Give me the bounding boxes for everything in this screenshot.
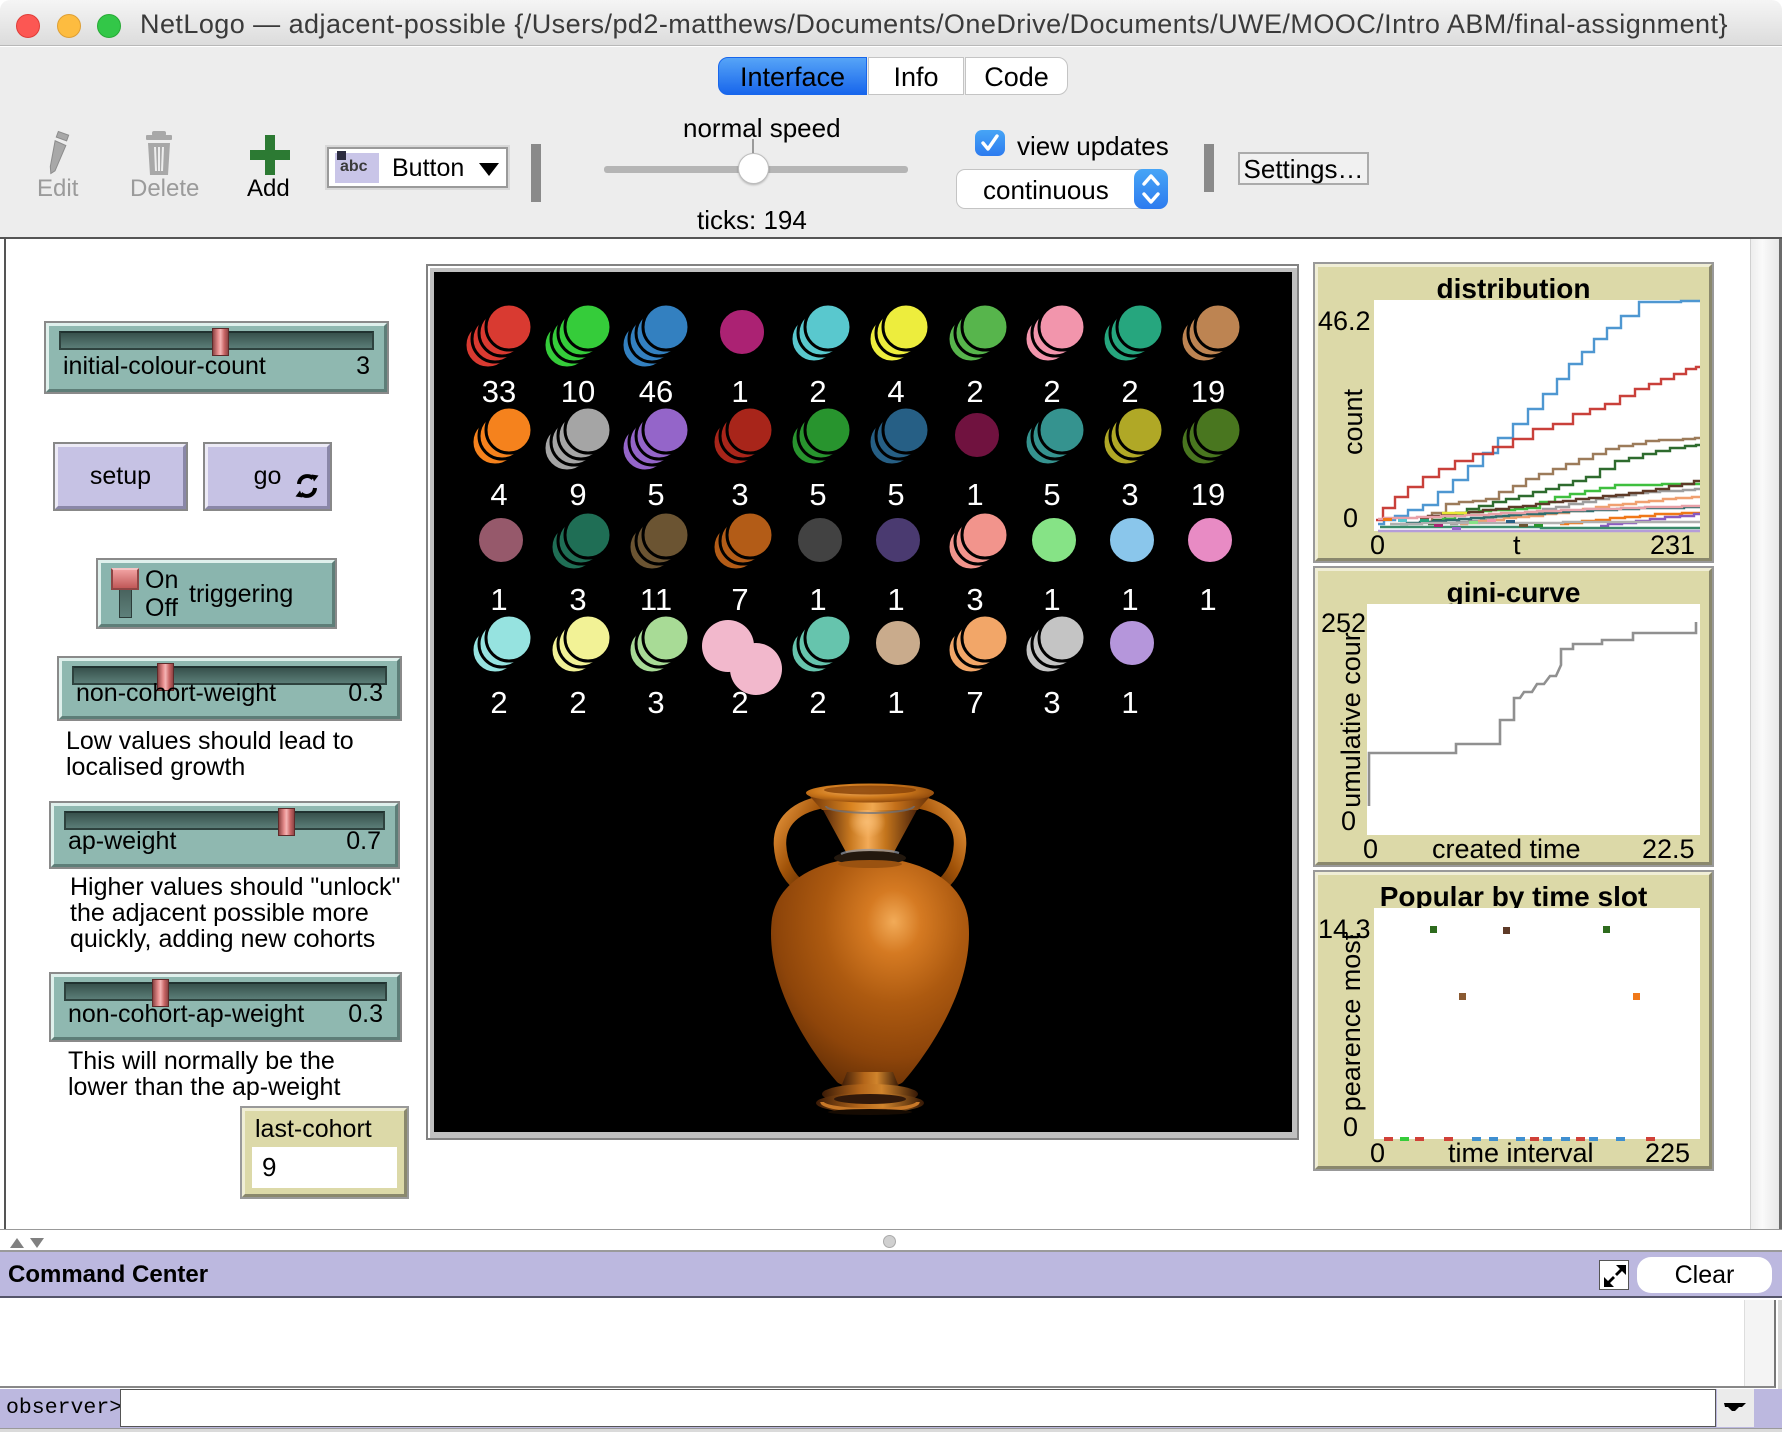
svg-text:3: 3 xyxy=(569,582,586,617)
svg-text:1: 1 xyxy=(966,477,983,512)
svg-text:2: 2 xyxy=(731,685,748,720)
svg-text:3: 3 xyxy=(1043,685,1060,720)
svg-text:46: 46 xyxy=(639,374,673,409)
svg-text:1: 1 xyxy=(887,685,904,720)
svg-text:2: 2 xyxy=(809,374,826,409)
svg-text:33: 33 xyxy=(482,374,516,409)
svg-text:1: 1 xyxy=(887,582,904,617)
svg-text:1: 1 xyxy=(731,374,748,409)
svg-text:2: 2 xyxy=(809,685,826,720)
svg-text:1: 1 xyxy=(809,582,826,617)
svg-text:3: 3 xyxy=(966,582,983,617)
svg-text:5: 5 xyxy=(647,477,664,512)
svg-text:1: 1 xyxy=(1199,582,1216,617)
svg-text:2: 2 xyxy=(1043,374,1060,409)
svg-text:5: 5 xyxy=(1043,477,1060,512)
svg-text:2: 2 xyxy=(569,685,586,720)
svg-text:2: 2 xyxy=(490,685,507,720)
svg-text:1: 1 xyxy=(490,582,507,617)
svg-text:1: 1 xyxy=(1121,582,1138,617)
svg-text:1: 1 xyxy=(1121,685,1138,720)
svg-text:3: 3 xyxy=(731,477,748,512)
svg-text:7: 7 xyxy=(966,685,983,720)
svg-text:4: 4 xyxy=(887,374,904,409)
svg-text:9: 9 xyxy=(569,477,586,512)
svg-text:7: 7 xyxy=(731,582,748,617)
svg-text:5: 5 xyxy=(809,477,826,512)
svg-text:5: 5 xyxy=(887,477,904,512)
svg-text:19: 19 xyxy=(1191,477,1225,512)
svg-text:2: 2 xyxy=(966,374,983,409)
svg-text:3: 3 xyxy=(1121,477,1138,512)
svg-text:1: 1 xyxy=(1043,582,1060,617)
svg-text:19: 19 xyxy=(1191,374,1225,409)
svg-text:3: 3 xyxy=(647,685,664,720)
svg-text:4: 4 xyxy=(490,477,507,512)
svg-text:10: 10 xyxy=(561,374,595,409)
svg-text:11: 11 xyxy=(640,582,672,617)
svg-text:2: 2 xyxy=(1121,374,1138,409)
